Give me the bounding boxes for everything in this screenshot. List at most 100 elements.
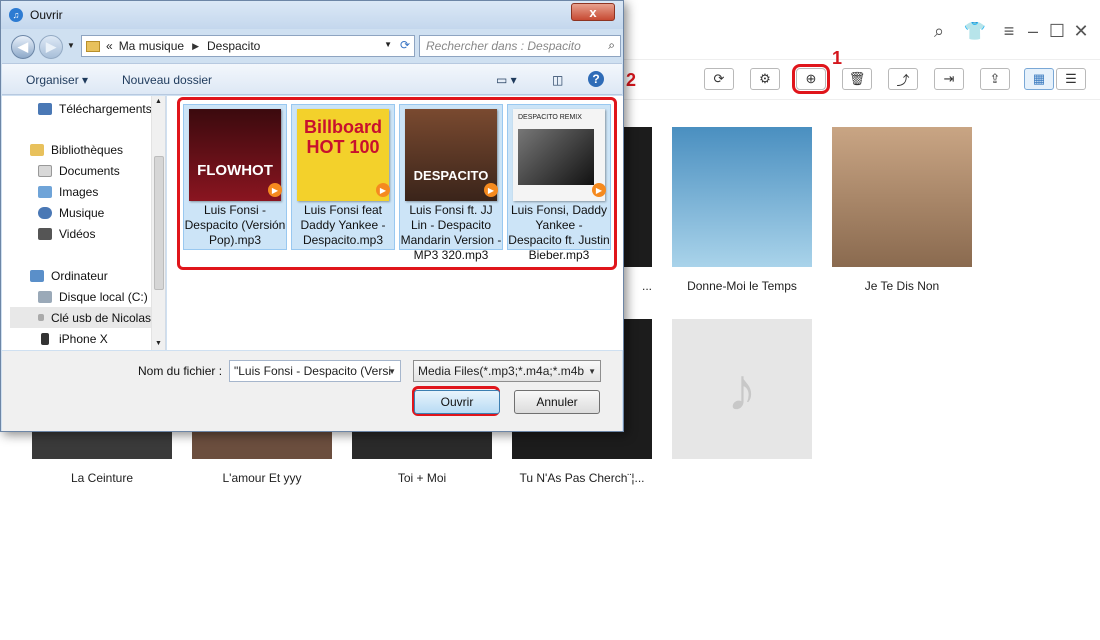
usb-icon <box>38 314 44 321</box>
search-icon[interactable]: ⌕ <box>926 18 952 44</box>
back-icon[interactable]: ◀ <box>11 35 35 59</box>
album-cover <box>672 127 812 267</box>
album-title: Toi + Moi <box>397 471 447 485</box>
album-card[interactable]: Donne-Moi le Temps <box>672 127 812 293</box>
chevron-down-icon[interactable]: ▼ <box>388 367 396 376</box>
chevron-down-icon[interactable]: ▼ <box>384 40 392 49</box>
history-dropdown-icon[interactable]: ▼ <box>67 41 75 50</box>
selection-highlight <box>177 97 617 270</box>
search-icon[interactable]: ⌕ <box>608 38 615 53</box>
album-title: Tu N'As Pas Cherch¨¦... <box>519 471 645 485</box>
nav-item-documents[interactable]: Documents <box>38 160 120 181</box>
disk-icon <box>38 290 52 303</box>
folder-icon <box>86 40 100 52</box>
breadcrumb-prefix: « <box>106 39 113 53</box>
filetype-value: Media Files(*.mp3;*.m4a;*.m4b <box>418 364 585 378</box>
album-card[interactable]: Je Te Dis Non <box>832 127 972 293</box>
filename-label: Nom du fichier : <box>138 364 223 378</box>
import-button[interactable]: ⇥ <box>934 68 964 90</box>
album-cover: ♪ <box>672 319 812 459</box>
nav-label: Clé usb de Nicolas <box>50 310 151 325</box>
export-icon: ⤴ <box>896 72 910 88</box>
nav-item-videos[interactable]: Vidéos <box>38 223 95 244</box>
navigation-pane: Téléchargements Bibliothèques Documents … <box>2 96 166 350</box>
nav-item-usb[interactable]: Clé usb de Nicolas <box>10 307 151 328</box>
grid-view-button[interactable]: ▦ <box>1024 68 1054 90</box>
open-button[interactable]: Ouvrir <box>414 390 500 414</box>
upload-icon: ⇪ <box>989 71 1001 86</box>
address-bar[interactable]: « Ma musique ▶ Despacito ▼ ⟳ <box>81 35 415 57</box>
app-icon: ♫ <box>9 8 23 22</box>
nav-label: Téléchargements <box>59 101 152 116</box>
address-row: ◀ ▶ ▼ « Ma musique ▶ Despacito ▼ ⟳ Reche… <box>7 33 621 59</box>
add-icon: ⊕ <box>805 71 817 86</box>
videos-icon <box>38 227 52 240</box>
refresh-icon[interactable]: ⟳ <box>400 38 410 52</box>
close-icon[interactable]: ✕ <box>1068 18 1094 44</box>
organize-button[interactable]: Organiser ▾ <box>26 73 88 87</box>
settings-icon: ⚙ <box>759 71 771 86</box>
scrollbar-thumb[interactable] <box>154 156 164 290</box>
import-icon: ⇥ <box>943 71 955 86</box>
nav-item-downloads[interactable]: Téléchargements <box>38 98 152 119</box>
nav-item-libraries[interactable]: Bibliothèques <box>30 139 123 160</box>
nav-label: Images <box>59 184 99 199</box>
nav-label: Bibliothèques <box>51 142 124 157</box>
documents-icon <box>38 164 52 177</box>
preview-pane-icon[interactable]: ◫ <box>552 73 563 87</box>
search-placeholder: Rechercher dans : Despacito <box>426 39 581 53</box>
minimize-icon[interactable]: – <box>1020 18 1046 44</box>
album-title: Donne-Moi le Temps <box>687 279 797 293</box>
maximize-icon[interactable]: ☐ <box>1044 18 1070 44</box>
skin-icon[interactable]: 👕 <box>962 18 988 44</box>
nav-item-computer[interactable]: Ordinateur <box>30 265 108 286</box>
settings-button[interactable]: ⚙ <box>750 68 780 90</box>
phone-icon <box>41 332 49 345</box>
nav-label: Documents <box>59 163 120 178</box>
breadcrumb-item[interactable]: Despacito <box>207 39 260 53</box>
nav-item-images[interactable]: Images <box>38 181 98 202</box>
nav-label: Vidéos <box>59 226 96 241</box>
filename-value: "Luis Fonsi - Despacito (Versi <box>234 364 391 378</box>
nav-label: Ordinateur <box>51 268 108 283</box>
new-folder-button[interactable]: Nouveau dossier <box>122 73 212 87</box>
album-title: L'amour Et yyy <box>222 471 302 485</box>
libraries-icon <box>30 143 44 156</box>
view-icon[interactable]: ▭ ▾ <box>496 73 517 87</box>
help-icon[interactable]: ? <box>588 71 604 87</box>
refresh-icon: ⟳ <box>713 71 725 86</box>
callout-2: 2 <box>626 70 637 90</box>
nav-item-iphone[interactable]: iPhone X <box>38 328 108 349</box>
scroll-up-icon[interactable]: ▲ <box>155 98 162 105</box>
close-button[interactable]: x <box>571 3 615 21</box>
cancel-button[interactable]: Annuler <box>514 390 600 414</box>
export-button[interactable]: ⤴ <box>888 68 918 90</box>
upload-button[interactable]: ⇪ <box>980 68 1010 90</box>
scroll-down-icon[interactable]: ▼ <box>155 340 162 347</box>
nav-label: Musique <box>59 205 105 220</box>
album-card[interactable]: ♪ <box>672 319 812 471</box>
delete-button[interactable]: 🗑 <box>842 68 872 90</box>
chevron-down-icon[interactable]: ▼ <box>588 367 596 376</box>
search-input[interactable]: Rechercher dans : Despacito ⌕ <box>419 35 621 57</box>
open-file-dialog: ♫ Ouvrir x ◀ ▶ ▼ « Ma musique ▶ Despacit… <box>0 0 624 432</box>
album-title: La Ceinture <box>70 471 134 485</box>
delete-icon: 🗑 <box>848 71 866 86</box>
nav-scrollbar[interactable]: ▲ ▼ <box>151 96 165 350</box>
breadcrumb-item[interactable]: Ma musique <box>119 39 184 53</box>
filetype-select[interactable]: Media Files(*.mp3;*.m4a;*.m4b ▼ <box>413 360 601 382</box>
filename-field[interactable]: "Luis Fonsi - Despacito (Versi ▼ <box>229 360 401 382</box>
list-view-button[interactable]: ☰ <box>1056 68 1086 90</box>
chevron-right-icon: ▶ <box>192 40 199 51</box>
nav-label: Disque local (C:) <box>59 289 148 304</box>
forward-icon[interactable]: ▶ <box>39 35 63 59</box>
nav-item-music[interactable]: Musique <box>38 202 104 223</box>
chevron-down-icon: ▾ <box>82 73 89 87</box>
grid-view-icon: ▦ <box>1032 71 1046 86</box>
command-bar: Organiser ▾ Nouveau dossier ▭ ▾ ◫ ? <box>2 63 622 95</box>
menu-icon[interactable]: ≡ <box>996 18 1022 44</box>
refresh-button[interactable]: ⟳ <box>704 68 734 90</box>
add-button[interactable]: ⊕ <box>792 64 830 94</box>
nav-item-local-disk[interactable]: Disque local (C:) <box>38 286 148 307</box>
images-icon <box>38 185 52 198</box>
